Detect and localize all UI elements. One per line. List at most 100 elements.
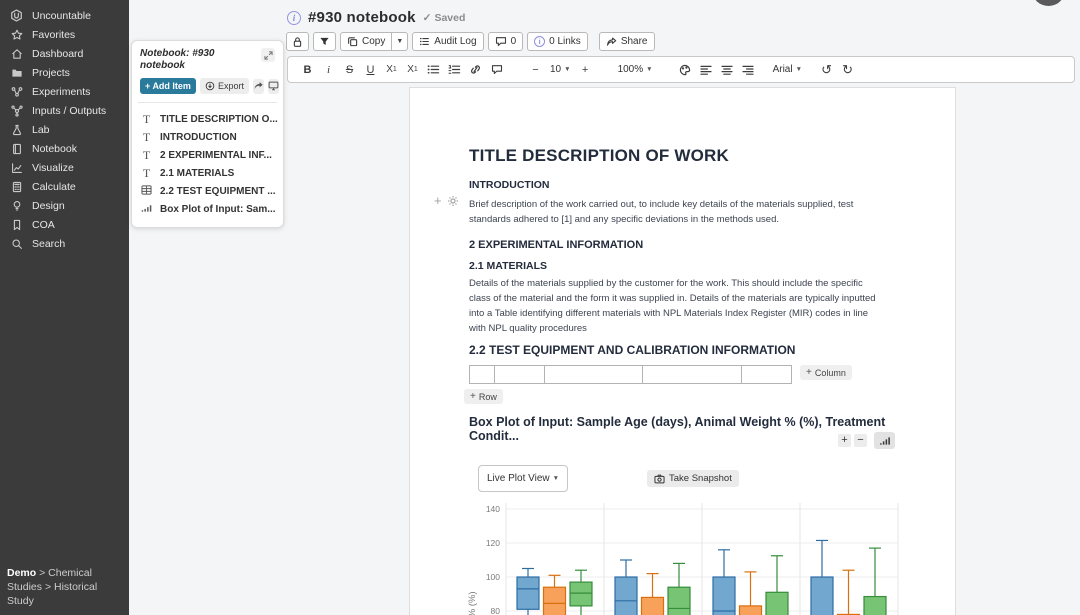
table-cell[interactable] <box>469 365 495 384</box>
user-avatar[interactable] <box>1032 0 1065 6</box>
breadcrumb[interactable]: Demo > Chemical Studies > Historical Stu… <box>7 566 125 608</box>
copy-button[interactable]: Copy <box>340 32 393 51</box>
superscript-button[interactable]: X1 <box>382 59 401 80</box>
outline-item-introduction[interactable]: T INTRODUCTION <box>140 128 275 146</box>
table-cell[interactable] <box>544 365 643 384</box>
chevron-down-icon: ▼ <box>396 38 404 45</box>
plot-type-button[interactable] <box>874 432 895 449</box>
sidebar-item-projects[interactable]: Projects <box>0 63 129 82</box>
add-column-button[interactable]: + Column <box>800 365 852 380</box>
calculator-icon <box>10 180 23 193</box>
add-item-button[interactable]: + Add Item <box>140 78 196 94</box>
share-item-button[interactable] <box>252 78 264 94</box>
sidebar-item-label: Search <box>32 237 66 250</box>
outline-item-title[interactable]: T TITLE DESCRIPTION O... <box>140 110 278 128</box>
redo-button[interactable]: ↻ <box>838 59 857 80</box>
plot-zoom-in-button[interactable]: + <box>838 434 851 447</box>
align-right-button[interactable] <box>739 59 758 80</box>
comments-count: 0 <box>510 36 517 47</box>
expand-icon <box>263 50 273 60</box>
export-button[interactable]: Export <box>199 78 249 94</box>
outline-item-test-equipment[interactable]: 2.2 TEST EQUIPMENT ... <box>140 182 276 200</box>
insert-link-button[interactable] <box>466 59 485 80</box>
sidebar-item-favorites[interactable]: Favorites <box>0 25 129 44</box>
box-plot-chart[interactable]: 80 100 120 140 Animal Weight % (%) <box>462 499 899 615</box>
home-icon <box>10 47 23 60</box>
presentation-monitor-button[interactable] <box>267 78 279 94</box>
sidebar-item-label: Favorites <box>32 28 76 41</box>
equipment-table[interactable] <box>469 365 792 384</box>
sidebar-item-search[interactable]: Search <box>0 234 129 253</box>
increase-font-button[interactable]: + <box>576 59 595 80</box>
svg-text:120: 120 <box>486 538 500 548</box>
outline-item-materials[interactable]: T 2.1 MATERIALS <box>140 164 275 182</box>
table-cell[interactable] <box>741 365 792 384</box>
table-cell[interactable] <box>642 365 742 384</box>
sidebar-item-lab[interactable]: Lab <box>0 120 129 139</box>
plot-zoom-out-button[interactable]: − <box>854 434 867 447</box>
doc-section21-heading[interactable]: 2.1 MATERIALS <box>469 260 955 272</box>
comment-button[interactable] <box>487 59 506 80</box>
doc-title-heading[interactable]: TITLE DESCRIPTION OF WORK <box>469 146 955 166</box>
outline-item-box-plot[interactable]: Box Plot of Input: Sam... <box>140 200 276 218</box>
bookmark-icon <box>10 218 23 231</box>
sidebar-item-notebook[interactable]: Notebook <box>0 139 129 158</box>
sidebar-item-calculate[interactable]: Calculate <box>0 177 129 196</box>
comment-bubble-icon <box>495 37 506 47</box>
copy-dropdown-button[interactable]: ▼ <box>392 32 409 51</box>
strikethrough-button[interactable]: S <box>340 59 359 80</box>
text-block-icon: T <box>142 165 151 180</box>
underline-button[interactable]: U <box>361 59 380 80</box>
expand-panel-button[interactable] <box>261 48 275 62</box>
text-block-icon: T <box>142 129 151 144</box>
zoom-select[interactable]: 100% ▼ <box>615 64 656 75</box>
sidebar-item-label: Design <box>32 199 65 212</box>
decrease-font-button[interactable]: − <box>526 59 545 80</box>
sidebar-item-design[interactable]: Design <box>0 196 129 215</box>
chevron-down-icon: ▼ <box>795 66 803 73</box>
sidebar-item-coa[interactable]: COA <box>0 215 129 234</box>
doc-section2-heading[interactable]: 2 EXPERIMENTAL INFORMATION <box>469 239 955 251</box>
info-icon[interactable]: i <box>287 10 301 25</box>
sidebar-item-visualize[interactable]: Visualize <box>0 158 129 177</box>
outline-item-experimental[interactable]: T2 EXPERIMENTAL INF... <box>140 146 275 164</box>
font-family-select[interactable]: Arial ▼ <box>770 64 805 75</box>
table-row[interactable] <box>469 365 792 384</box>
doc-intro-paragraph[interactable]: Brief description of the work carried ou… <box>469 197 909 227</box>
comments-button[interactable]: 0 <box>487 32 524 51</box>
sidebar-item-uncountable[interactable]: Uncountable <box>0 6 129 25</box>
numbered-list-button[interactable] <box>445 59 464 80</box>
font-size-select[interactable]: 10 ▼ <box>547 64 574 75</box>
lock-button[interactable] <box>286 32 309 51</box>
sidebar-item-experiments[interactable]: Experiments <box>0 82 129 101</box>
table-cell[interactable] <box>494 365 545 384</box>
bold-button[interactable]: B <box>298 59 317 80</box>
audit-log-button[interactable]: Audit Log <box>412 32 484 51</box>
doc-section22-heading[interactable]: 2.2 TEST EQUIPMENT AND CALIBRATION INFOR… <box>469 343 955 357</box>
take-snapshot-button[interactable]: Take Snapshot <box>647 470 739 487</box>
breadcrumb-root[interactable]: Demo <box>7 567 36 579</box>
box-plot-widget: Box Plot of Input: Sample Age (days), An… <box>467 415 899 615</box>
italic-button[interactable]: i <box>319 59 338 80</box>
align-right-icon <box>742 65 754 75</box>
text-color-button[interactable] <box>676 59 695 80</box>
chevron-down-icon: ▼ <box>564 66 571 73</box>
add-row-button[interactable]: + Row <box>464 389 503 404</box>
share-button[interactable]: Share <box>598 32 655 51</box>
links-button[interactable]: i 0 Links <box>527 32 588 51</box>
doc-section21-paragraph[interactable]: Details of the materials supplied by the… <box>469 276 909 336</box>
sidebar-item-inputs-outputs[interactable]: Inputs / Outputs <box>0 101 129 120</box>
filter-button[interactable] <box>313 32 336 51</box>
align-left-button[interactable] <box>697 59 716 80</box>
experiments-icon <box>10 85 23 98</box>
undo-button[interactable]: ↺ <box>817 59 836 80</box>
sidebar-item-label: Experiments <box>32 85 91 98</box>
document-content[interactable]: TITLE DESCRIPTION OF WORK INTRODUCTION B… <box>410 88 955 615</box>
doc-intro-heading[interactable]: INTRODUCTION <box>469 179 955 191</box>
subscript-button[interactable]: X1 <box>403 59 422 80</box>
box-plot-heading[interactable]: Box Plot of Input: Sample Age (days), An… <box>469 415 893 443</box>
bullet-list-button[interactable] <box>424 59 443 80</box>
sidebar-item-dashboard[interactable]: Dashboard <box>0 44 129 63</box>
align-center-button[interactable] <box>718 59 737 80</box>
plot-view-select[interactable]: Live Plot View ▼ <box>478 465 568 492</box>
